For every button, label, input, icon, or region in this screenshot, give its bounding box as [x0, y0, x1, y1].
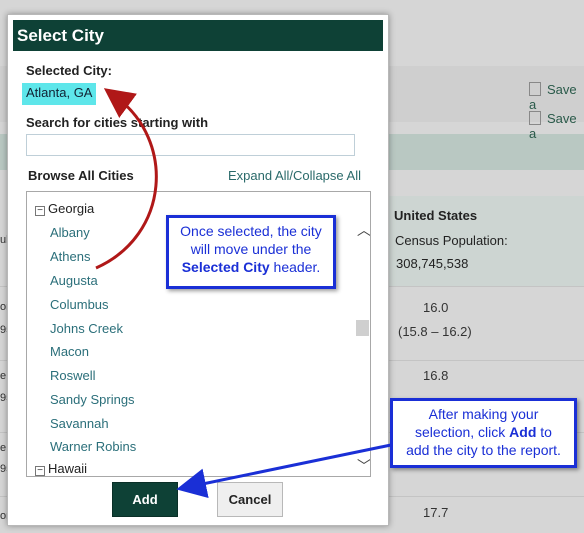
- value-cell: 17.7: [423, 505, 449, 520]
- city-item[interactable]: Macon: [50, 344, 89, 359]
- save-link[interactable]: Save a: [529, 82, 584, 112]
- callout-selected-city: Once selected, the city will move under …: [166, 215, 336, 289]
- callout-line: will move under the: [190, 241, 312, 257]
- city-item[interactable]: Sandy Springs: [50, 392, 135, 407]
- value-cell: 16.0: [423, 300, 449, 315]
- vertical-scrollbar[interactable]: ︿ ﹀: [353, 192, 370, 476]
- city-item[interactable]: Athens: [50, 249, 90, 264]
- dialog-title: Select City: [13, 20, 383, 51]
- callout-text: selection, click: [415, 424, 510, 440]
- city-item[interactable]: Warner Robins: [50, 439, 136, 454]
- search-input[interactable]: [26, 134, 355, 156]
- callout-line: Selected City header.: [175, 258, 327, 276]
- city-item[interactable]: Savannah: [50, 416, 109, 431]
- state-node-georgia[interactable]: − Georgia: [35, 201, 94, 216]
- callout-bold: Selected City: [181, 259, 270, 275]
- city-item[interactable]: Albany: [50, 225, 90, 240]
- city-item[interactable]: Johns Creek: [50, 321, 123, 336]
- search-label: Search for cities starting with: [26, 115, 209, 130]
- state-node-hawaii[interactable]: − Hawaii: [35, 461, 87, 476]
- selected-city-label: Selected City:: [26, 63, 112, 78]
- selected-city-value: Atlanta, GA: [22, 83, 97, 105]
- census-label: Census Population:: [395, 233, 508, 248]
- add-button[interactable]: Add: [112, 482, 178, 517]
- browse-label: Browse All Cities: [28, 168, 134, 183]
- callout-line: selection, click Add to: [399, 423, 568, 441]
- city-item[interactable]: Columbus: [50, 297, 109, 312]
- callout-line: Once selected, the city: [180, 223, 322, 239]
- census-value: 308,745,538: [396, 256, 469, 271]
- city-item[interactable]: Roswell: [50, 368, 96, 383]
- chevron-up-icon[interactable]: ︿: [357, 220, 370, 240]
- minus-box-icon[interactable]: −: [35, 466, 45, 476]
- row-fragment: e: [0, 442, 7, 454]
- pdf-icon: [529, 82, 541, 96]
- callout-text: to: [536, 424, 552, 440]
- callout-line: add the city to the report.: [406, 442, 561, 458]
- column-header: United States: [394, 208, 478, 223]
- callout-bold: Add: [509, 424, 537, 440]
- state-label: Georgia: [48, 201, 95, 216]
- save-link[interactable]: Save a: [529, 111, 584, 141]
- city-item[interactable]: Augusta: [50, 273, 98, 288]
- state-label: Hawaii: [48, 461, 88, 476]
- value-cell: (15.8 – 16.2): [398, 324, 472, 339]
- excel-icon: [529, 111, 541, 125]
- scroll-thumb[interactable]: [356, 320, 369, 336]
- callout-add: After making your selection, click Add t…: [390, 398, 577, 468]
- expand-collapse-link[interactable]: Expand All/Collapse All: [228, 168, 361, 183]
- cancel-button[interactable]: Cancel: [217, 482, 283, 517]
- minus-box-icon[interactable]: −: [35, 206, 45, 216]
- row-fragment: e: [0, 370, 7, 382]
- callout-text: header.: [269, 259, 321, 275]
- chevron-down-icon[interactable]: ﹀: [357, 456, 370, 476]
- callout-line: After making your: [428, 406, 539, 422]
- value-cell: 16.8: [423, 368, 449, 383]
